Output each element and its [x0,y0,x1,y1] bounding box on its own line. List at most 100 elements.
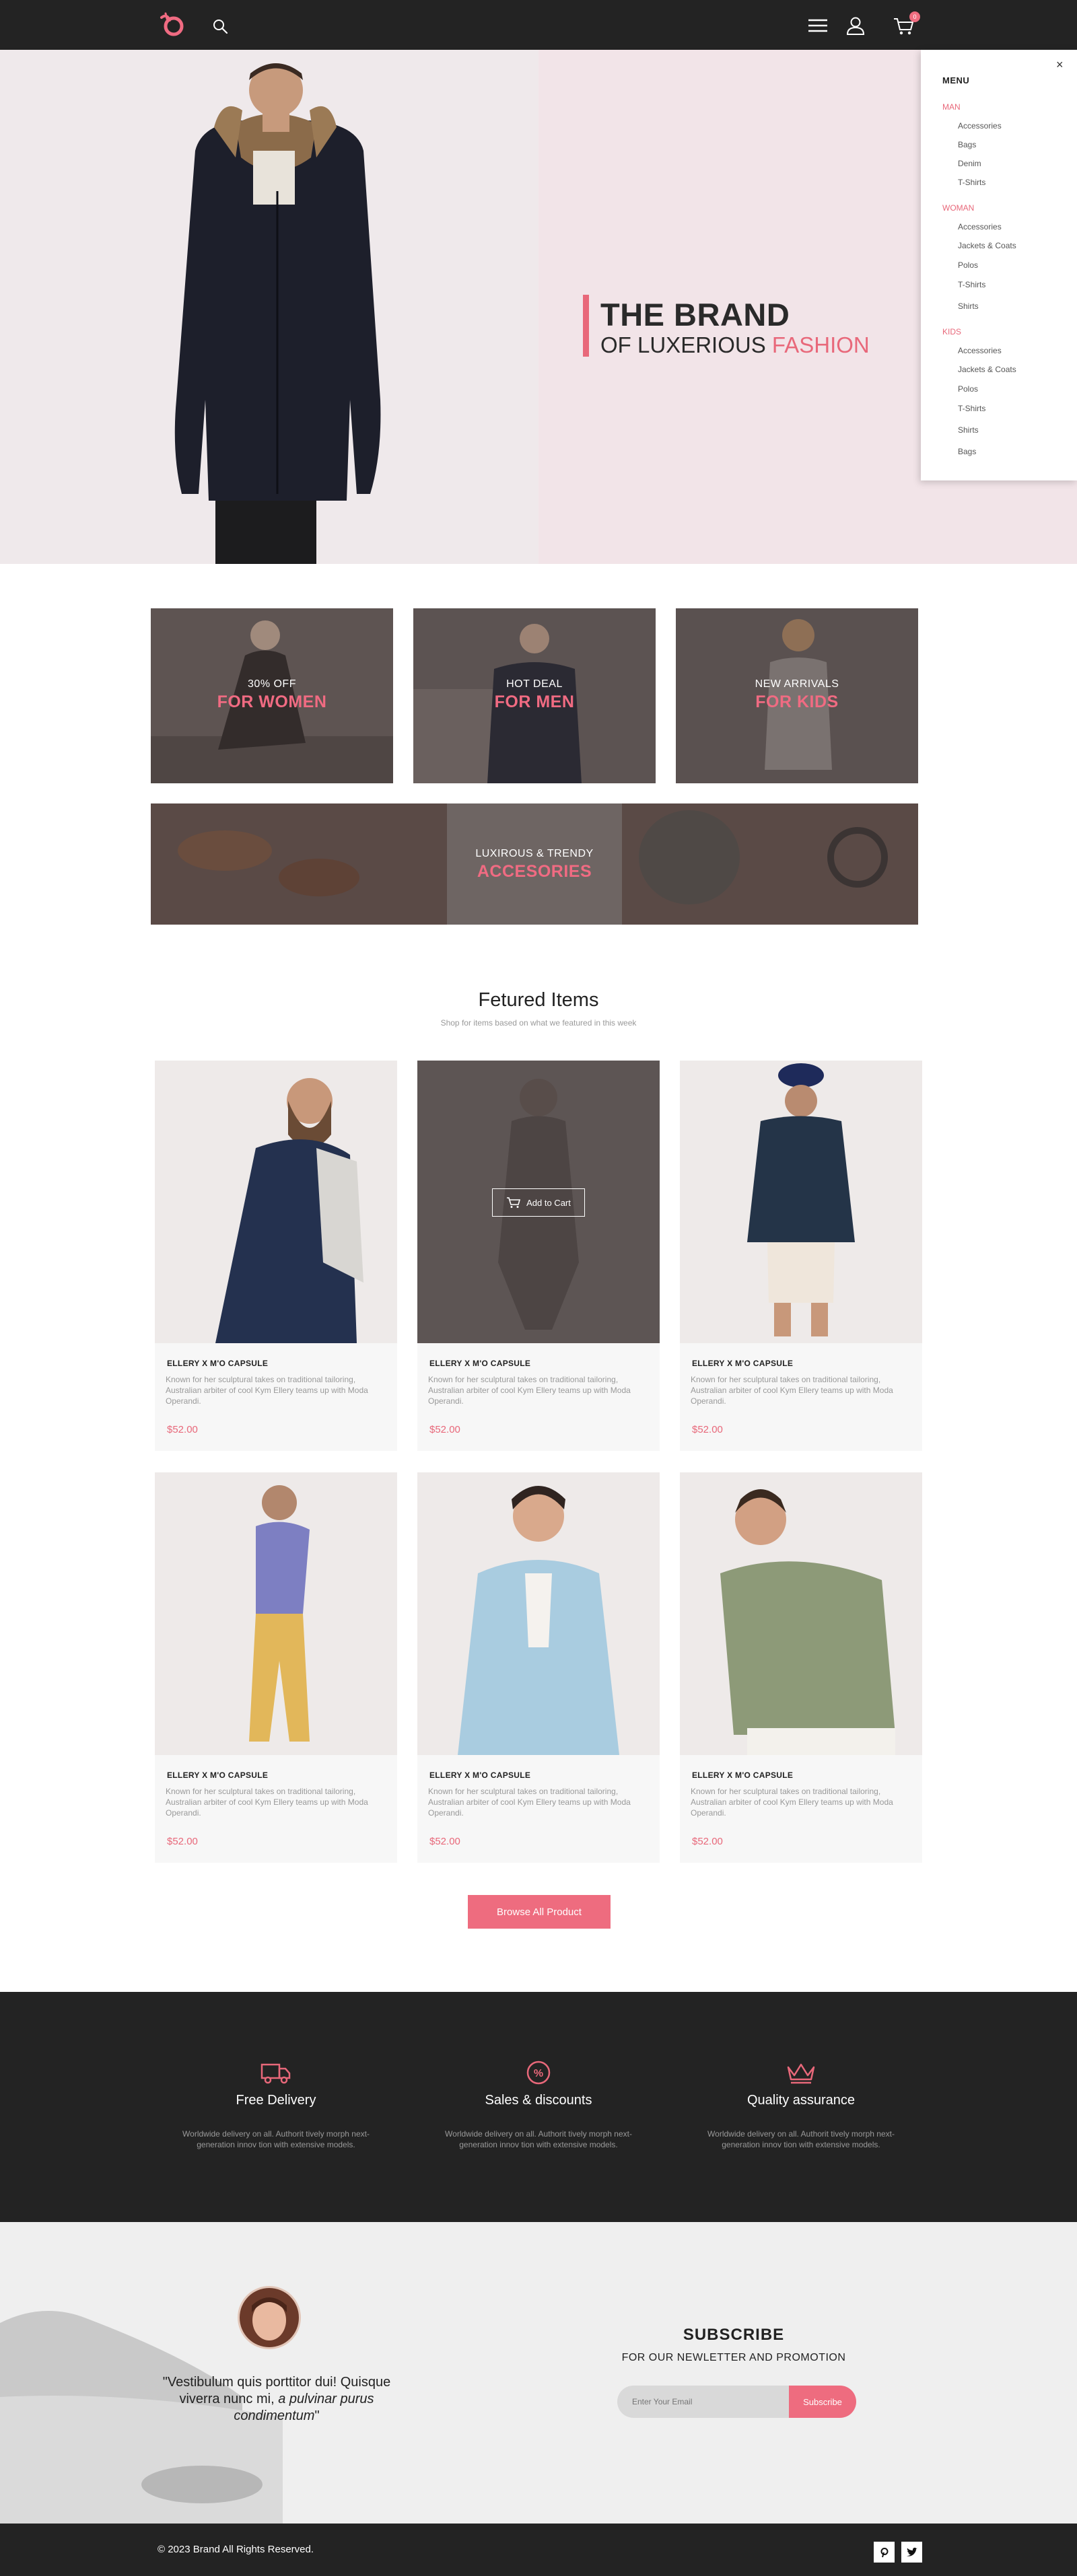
product-name[interactable]: ELLERY X M'O CAPSULE [429,1359,530,1368]
beach-background-image [0,2311,283,2524]
product-description: Known for her sculptural takes on tradit… [166,1375,368,1406]
category-tile-accessories[interactable]: LUXIROUS & TRENDY ACCESORIES [151,803,918,925]
product-image[interactable] [680,1472,922,1755]
product-name[interactable]: ELLERY X M'O CAPSULE [692,1770,793,1780]
category-title: FOR KIDS [755,692,839,711]
product-description: Known for her sculptural takes on tradit… [428,1375,631,1406]
hero-subtitle-accent: FASHION [771,332,870,357]
product-card[interactable]: ELLERY X M'O CAPSULE Known for her sculp… [155,1472,397,1863]
category-tile-men[interactable]: HOT DEAL FOR MEN [413,608,656,783]
hero-accent-bar [583,295,589,357]
category-title: FOR MEN [494,692,575,711]
hero-subtitle: OF LUXERIOUS FASHION [600,332,870,358]
menu-item[interactable]: Polos [958,260,978,270]
featured-title: Fetured Items [478,989,599,1011]
hero-model-image [174,63,381,564]
category-title: FOR WOMEN [217,692,327,711]
newsletter-section: "Vestibulum quis porttitor dui! Quisque … [0,2222,1077,2524]
pinterest-icon[interactable] [874,2542,895,2563]
product-price: $52.00 [692,1424,723,1435]
product-card[interactable]: Add to Cart ELLERY X M'O CAPSULE Known f… [417,1061,660,1451]
product-price: $52.00 [692,1836,723,1847]
product-photo [720,1489,895,1755]
site-header: 0 [0,0,1077,50]
product-description: Known for her sculptural takes on tradit… [691,1375,893,1406]
product-image[interactable] [417,1472,660,1755]
hamburger-menu-icon[interactable] [808,17,828,34]
featured-subtitle: Shop for items based on what we featured… [440,1018,637,1028]
menu-item[interactable]: T-Shirts [958,404,985,413]
menu-item[interactable]: Polos [958,384,978,394]
quote-end: " [314,2408,320,2423]
product-name[interactable]: ELLERY X M'O CAPSULE [429,1770,530,1780]
feature-title: Free Delivery [236,2093,316,2108]
menu-item[interactable]: Accessories [958,346,1002,355]
feature-sales-discounts: % Sales & discounts Worldwide delivery o… [417,1992,660,2222]
product-price: $52.00 [167,1424,198,1435]
menu-title: MENU [942,75,970,85]
category-tag: NEW ARRIVALS [755,678,839,690]
avatar [238,2286,301,2349]
menu-item[interactable]: Accessories [958,121,1002,131]
testimonial-quote: "Vestibulum quis porttitor dui! Quisque … [153,2374,400,2425]
product-image[interactable] [680,1061,922,1343]
product-card[interactable]: ELLERY X M'O CAPSULE Known for her sculp… [680,1061,922,1451]
add-to-cart-button[interactable]: Add to Cart [492,1188,585,1217]
menu-item[interactable]: Jackets & Coats [958,241,1016,250]
feature-description: Worldwide delivery on all. Authorit tive… [445,2129,632,2149]
product-name[interactable]: ELLERY X M'O CAPSULE [692,1359,793,1368]
menu-category-kids[interactable]: KIDS [942,327,961,336]
menu-item[interactable]: Shirts [958,425,979,435]
hero-subtitle-text: OF LUXERIOUS [600,332,766,357]
menu-item[interactable]: Denim [958,159,981,168]
product-photo [249,1485,310,1742]
user-account-icon[interactable] [846,16,865,35]
twitter-icon[interactable] [901,2542,922,2563]
crown-icon [787,2063,815,2084]
add-to-cart-label: Add to Cart [526,1197,571,1208]
menu-item[interactable]: Shirts [958,301,979,311]
product-photo [215,1078,363,1343]
cart-icon [507,1197,521,1208]
category-tile-women[interactable]: 30% OFF FOR WOMEN [151,608,393,783]
menu-category-man[interactable]: MAN [942,102,961,112]
product-card[interactable]: ELLERY X M'O CAPSULE Known for her sculp… [155,1061,397,1451]
browse-all-products-button[interactable]: Browse All Product [468,1895,611,1929]
product-hover-overlay: Add to Cart [417,1061,660,1343]
menu-item[interactable]: Jackets & Coats [958,365,1016,374]
menu-item[interactable]: T-Shirts [958,178,985,187]
menu-item[interactable]: T-Shirts [958,280,985,289]
feature-description: Worldwide delivery on all. Authorit tive… [707,2129,895,2149]
search-icon[interactable] [212,18,228,34]
product-price: $52.00 [429,1836,460,1847]
menu-category-woman[interactable]: WOMAN [942,203,974,213]
product-card[interactable]: ELLERY X M'O CAPSULE Known for her sculp… [680,1472,922,1863]
site-footer: © 2023 Brand All Rights Reserved. [0,2524,1077,2576]
feature-title: Sales & discounts [485,2093,592,2108]
brand-logo[interactable] [158,11,186,39]
product-image[interactable]: Add to Cart [417,1061,660,1343]
subscribe-button[interactable]: Subscribe [789,2386,856,2418]
feature-title: Quality assurance [746,2093,856,2108]
category-tile-kids[interactable]: NEW ARRIVALS FOR KIDS [676,608,918,783]
menu-item[interactable]: Bags [958,140,976,149]
close-icon[interactable]: × [1056,58,1064,72]
product-description: Known for her sculptural takes on tradit… [166,1787,368,1818]
hero-banner: THE BRAND OF LUXERIOUS FASHION [0,50,1077,564]
product-image[interactable] [155,1061,397,1343]
product-photo [747,1063,855,1336]
product-image[interactable] [155,1472,397,1755]
category-title: ACCESORIES [477,862,592,881]
category-tag: HOT DEAL [506,678,563,690]
dropdown-menu-panel: × MENU MAN Accessories Bags Denim T-Shir… [921,50,1077,480]
copyright-text: © 2023 Brand All Rights Reserved. [158,2544,314,2555]
product-card[interactable]: ELLERY X M'O CAPSULE Known for her sculp… [417,1472,660,1863]
product-name[interactable]: ELLERY X M'O CAPSULE [167,1359,268,1368]
svg-text:%: % [534,2068,543,2079]
email-field[interactable] [617,2386,790,2418]
category-tag: LUXIROUS & TRENDY [475,848,594,859]
menu-item[interactable]: Accessories [958,222,1002,231]
product-name[interactable]: ELLERY X M'O CAPSULE [167,1770,268,1780]
menu-item[interactable]: Bags [958,447,976,456]
hero-title: THE BRAND [600,297,790,332]
